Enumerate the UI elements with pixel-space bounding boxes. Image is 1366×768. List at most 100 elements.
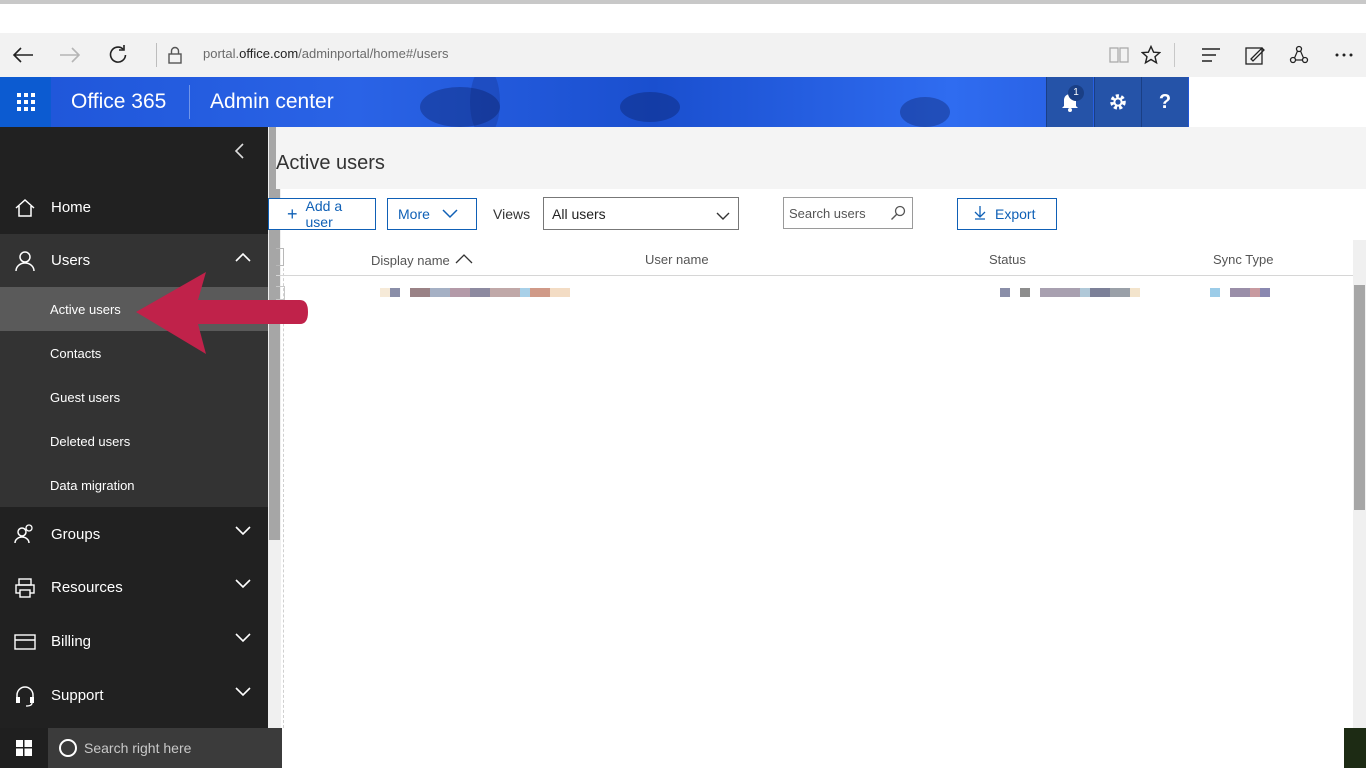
back-icon[interactable] <box>8 41 38 69</box>
more-actions-icon[interactable] <box>1329 41 1359 69</box>
notification-badge: 1 <box>1068 85 1084 101</box>
reading-view-icon[interactable] <box>1104 41 1134 69</box>
download-arrow-icon <box>974 205 986 223</box>
sidebar-subitem-label: Guest users <box>50 389 121 405</box>
sort-ascending-icon <box>455 252 473 267</box>
chevron-up-icon[interactable] <box>234 250 252 268</box>
url-separator <box>156 43 157 67</box>
page-title: Active users <box>276 152 385 174</box>
address-bar[interactable]: portal.office.com/adminportal/home#/user… <box>203 46 448 61</box>
redacted-block <box>490 288 520 297</box>
forward-icon[interactable] <box>55 41 85 69</box>
page-header: Active users <box>276 127 1366 189</box>
redacted-block <box>1040 288 1080 297</box>
help-icon[interactable]: ? <box>1141 77 1188 127</box>
sidebar-subitem-label: Data migration <box>50 477 135 493</box>
main-scrollbar-thumb[interactable] <box>1354 285 1365 510</box>
collapse-sidebar-icon[interactable] <box>233 140 245 166</box>
redacted-block <box>1260 288 1270 297</box>
redacted-block <box>1230 288 1250 297</box>
settings-gear-icon[interactable] <box>1094 77 1141 127</box>
views-selected-value: All users <box>552 205 606 222</box>
chevron-down-icon[interactable] <box>234 577 252 595</box>
redacted-block <box>380 288 390 297</box>
sidebar-item-label: Billing <box>51 633 92 650</box>
export-label: Export <box>995 206 1036 222</box>
favorite-star-icon[interactable] <box>1136 41 1166 69</box>
sidebar-item-support[interactable]: Support <box>0 669 268 722</box>
header-background-shape <box>620 92 680 122</box>
chevron-down-icon <box>716 208 730 224</box>
redacted-block <box>410 288 430 297</box>
search-users-input[interactable]: Search users <box>783 197 913 229</box>
sidebar-subitem-deleted-users[interactable]: Deleted users <box>0 419 268 463</box>
add-user-button[interactable]: + Add a user <box>268 198 376 230</box>
chevron-down-icon[interactable] <box>234 631 252 649</box>
redacted-block <box>1080 288 1090 297</box>
credit-card-icon <box>14 631 36 653</box>
search-icon[interactable] <box>890 205 906 224</box>
sidebar-item-home[interactable]: Home <box>0 181 268 234</box>
sidebar-subitem-guest-users[interactable]: Guest users <box>0 375 268 419</box>
more-label: More <box>398 206 430 222</box>
hub-icon[interactable] <box>1196 41 1226 69</box>
app-name[interactable]: Office 365 <box>71 90 166 114</box>
search-placeholder: Search users <box>789 205 866 221</box>
notifications-bell-icon[interactable] <box>1046 77 1093 127</box>
add-user-label: Add a user <box>305 198 343 230</box>
user-icon <box>14 250 36 272</box>
redacted-block <box>520 288 530 297</box>
redacted-block <box>550 288 570 297</box>
share-icon[interactable] <box>1284 41 1314 69</box>
sidebar-item-groups[interactable]: Groups <box>0 508 268 561</box>
more-button[interactable]: More <box>387 198 477 230</box>
sidebar-item-label: Resources <box>51 579 123 596</box>
lock-icon <box>160 41 190 69</box>
sidebar-subitem-label: Deleted users <box>50 433 131 449</box>
sidebar-item-resources[interactable]: Resources <box>0 561 268 614</box>
sidebar-item-label: Support <box>51 687 104 704</box>
redacted-block <box>1130 288 1140 297</box>
cortana-icon <box>59 739 77 757</box>
header-divider <box>189 85 190 119</box>
sidebar-item-label: Users <box>51 252 91 269</box>
export-button[interactable]: Export <box>957 198 1057 230</box>
redacted-block <box>1210 288 1220 297</box>
column-header-status[interactable]: Status <box>989 252 1026 267</box>
windows-start-icon[interactable] <box>0 728 48 768</box>
web-note-icon[interactable] <box>1240 41 1270 69</box>
sidebar: Home Users Active users Contacts Guest u… <box>0 127 268 728</box>
sidebar-subitem-label: Contacts <box>50 345 102 361</box>
redacted-block <box>530 288 550 297</box>
select-all-checkbox[interactable] <box>276 248 284 266</box>
annotation-arrow-icon <box>136 272 308 354</box>
sidebar-subitem-data-migration[interactable]: Data migration <box>0 463 268 507</box>
toolbar-divider <box>1174 43 1175 67</box>
redacted-block <box>390 288 400 297</box>
taskbar: Search right here <box>0 728 282 768</box>
taskbar-tray-edge <box>1344 728 1366 768</box>
app-launcher-icon[interactable] <box>0 77 51 127</box>
chevron-down-icon[interactable] <box>234 685 252 703</box>
sidebar-item-billing[interactable]: Billing <box>0 615 268 668</box>
redacted-block <box>1250 288 1260 297</box>
section-name: Admin center <box>210 90 334 113</box>
column-header-user-name[interactable]: User name <box>645 252 709 267</box>
taskbar-search-placeholder: Search right here <box>84 740 192 756</box>
home-icon <box>14 197 36 219</box>
chevron-down-icon[interactable] <box>234 524 252 542</box>
headset-icon <box>14 685 36 707</box>
column-header-sync-type[interactable]: Sync Type <box>1213 252 1273 267</box>
redacted-block <box>1090 288 1110 297</box>
views-label: Views <box>493 206 531 222</box>
sidebar-item-label: Groups <box>51 526 101 543</box>
browser-toolbar: portal.office.com/adminportal/home#/user… <box>0 33 1366 77</box>
taskbar-search-box[interactable]: Search right here <box>48 728 282 768</box>
url-domain: office.com <box>239 46 299 61</box>
url-path: /adminportal/home#/users <box>298 46 449 61</box>
refresh-icon[interactable] <box>103 41 133 69</box>
redacted-block <box>470 288 490 297</box>
column-header-display-name[interactable]: Display name <box>371 252 473 268</box>
redacted-block <box>1020 288 1030 297</box>
views-dropdown[interactable]: All users <box>543 197 739 230</box>
